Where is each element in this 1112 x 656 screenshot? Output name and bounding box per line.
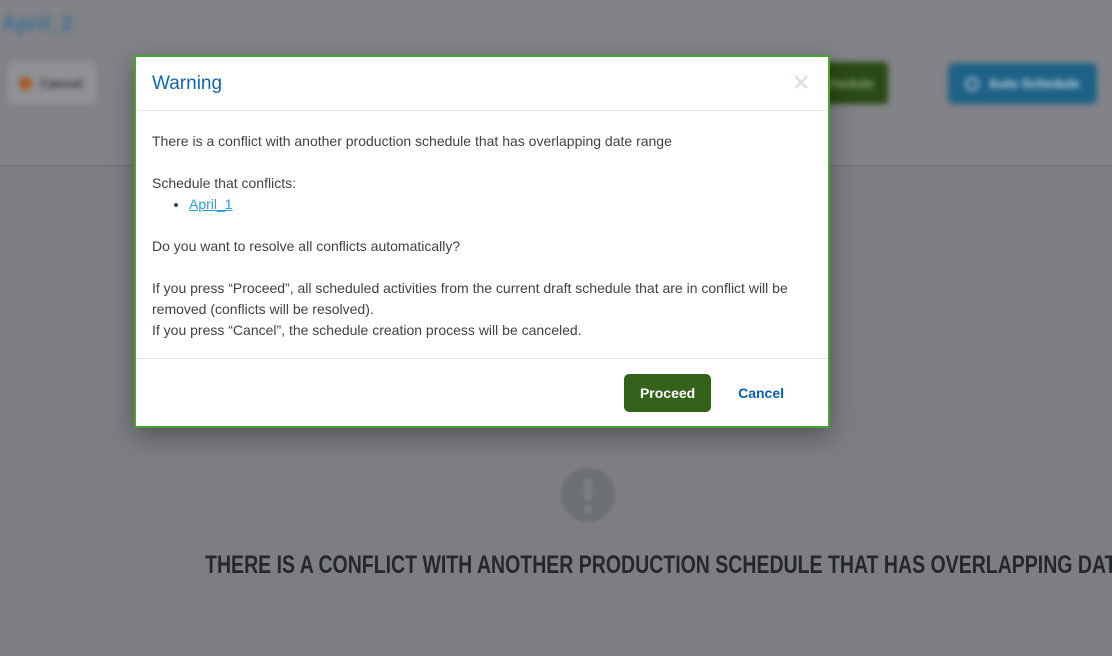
conflict-list-item: April_1 — [189, 194, 812, 215]
conflict-schedule-link[interactable]: April_1 — [189, 196, 233, 212]
proceed-info: If you press “Proceed”, all scheduled ac… — [152, 278, 812, 320]
conflict-message: There is a conflict with another product… — [152, 131, 812, 152]
conflict-list: April_1 — [152, 194, 812, 215]
close-icon[interactable]: ✕ — [788, 71, 814, 96]
conflicts-heading: Schedule that conflicts: — [152, 173, 812, 194]
resolve-question: Do you want to resolve all conflicts aut… — [152, 236, 812, 257]
dialog-title: Warning — [152, 73, 222, 95]
warning-dialog: Warning ✕ There is a conflict with anoth… — [134, 55, 830, 428]
cancel-info: If you press “Cancel”, the schedule crea… — [152, 320, 812, 341]
page-root: April_2 Cancel Schedule Auto Schedule TH… — [0, 0, 1112, 656]
dialog-footer: Proceed Cancel — [136, 358, 828, 426]
dialog-header: Warning ✕ — [136, 57, 828, 111]
dialog-body: There is a conflict with another product… — [136, 111, 828, 341]
proceed-button[interactable]: Proceed — [624, 374, 711, 412]
cancel-button[interactable]: Cancel — [738, 385, 784, 401]
